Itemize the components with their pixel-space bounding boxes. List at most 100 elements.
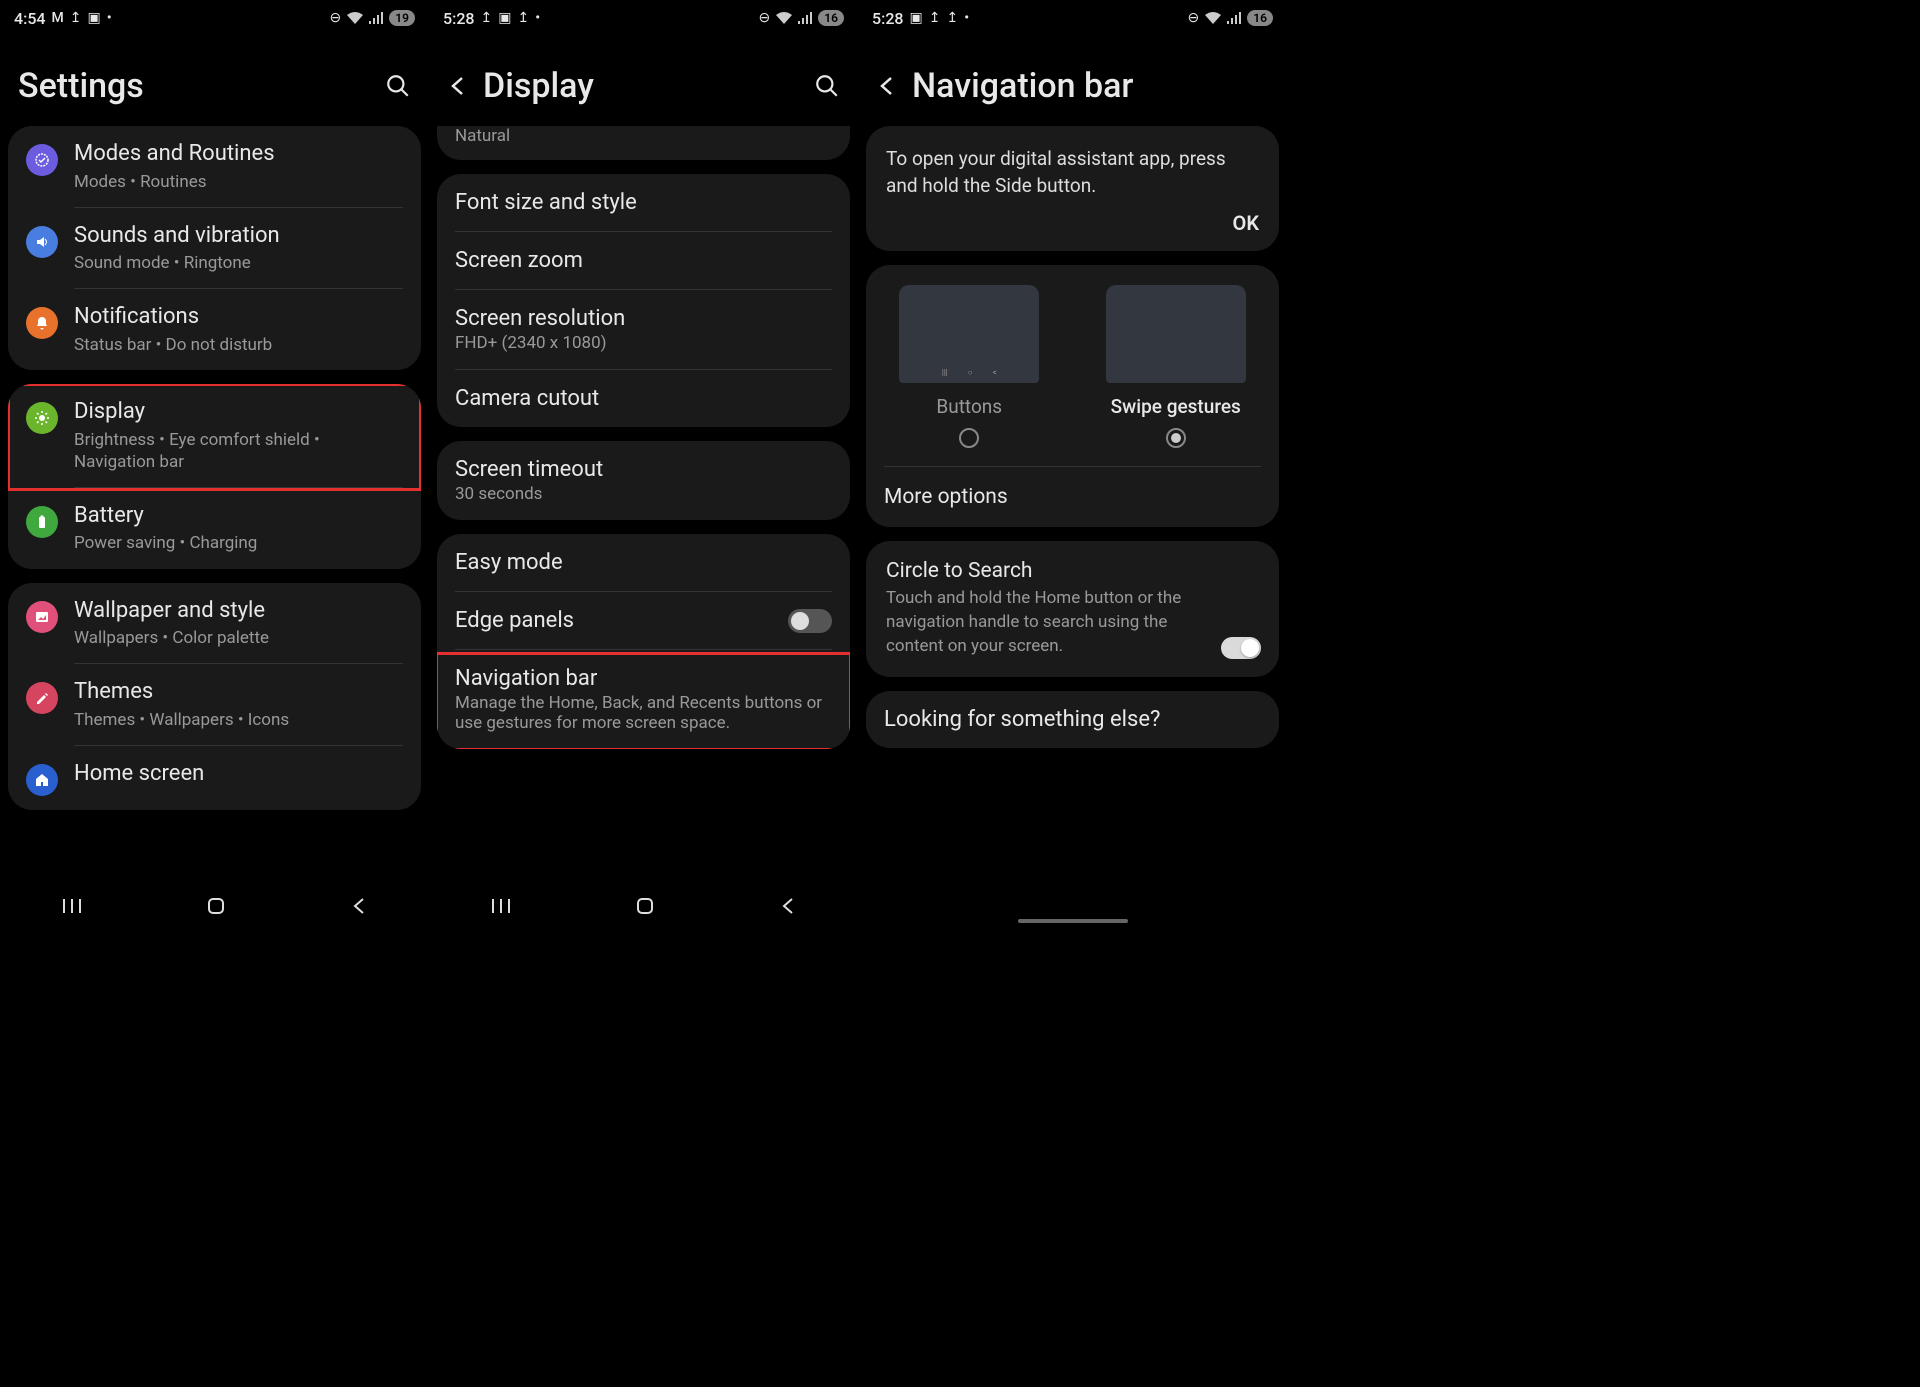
cts-sub: Touch and hold the Home button or the na…	[886, 587, 1259, 658]
gesture-handle[interactable]	[1018, 919, 1128, 923]
recents-button[interactable]	[491, 897, 511, 915]
settings-screen: 4:54 M ↥ ▣ • ⊖ 19 Settings	[0, 0, 429, 931]
display-list[interactable]: Natural Font size and style Screen zoom …	[429, 126, 858, 931]
item-sub: Power saving • Charging	[74, 532, 403, 554]
more-options-item[interactable]: More options	[866, 467, 1279, 527]
item-title: Camera cutout	[455, 386, 832, 411]
page-title: Navigation bar	[912, 66, 1269, 106]
clock: 5:28	[443, 9, 475, 28]
cutout-item[interactable]: Camera cutout	[437, 370, 850, 427]
sounds-item[interactable]: Sounds and vibration Sound mode • Ringto…	[8, 208, 421, 289]
buttons-radio[interactable]	[959, 428, 979, 448]
timeout-item[interactable]: Screen timeout 30 seconds	[437, 441, 850, 520]
item-title: Battery	[74, 502, 403, 531]
upload-icon: ↥	[70, 10, 82, 26]
status-bar: 4:54 M ↥ ▣ • ⊖ 19	[0, 0, 429, 36]
picture-icon	[26, 601, 58, 633]
zoom-item[interactable]: Screen zoom	[437, 232, 850, 289]
back-icon: <	[993, 368, 997, 377]
back-button[interactable]	[447, 75, 469, 97]
back-button[interactable]	[780, 897, 796, 915]
buttons-option[interactable]: ||| ○ < Buttons	[876, 285, 1063, 448]
swipe-preview	[1106, 285, 1246, 383]
page-title: Display	[483, 66, 800, 106]
looking-title: Looking for something else?	[884, 707, 1261, 732]
image-icon: ▣	[910, 10, 923, 26]
wallpaper-item[interactable]: Wallpaper and style Wallpapers • Color p…	[8, 583, 421, 664]
image-icon: ▣	[498, 10, 511, 26]
upload-icon: ↥	[481, 10, 493, 26]
screen-mode-value: Natural	[437, 126, 850, 154]
settings-list[interactable]: Modes and Routines Modes • Routines Soun…	[0, 126, 429, 931]
dnd-icon: ⊖	[330, 10, 342, 26]
page-title: Settings	[18, 66, 371, 106]
item-title: Screen zoom	[455, 248, 832, 273]
navigation-bar-item[interactable]: Navigation bar Manage the Home, Back, an…	[437, 650, 850, 749]
item-title: Edge panels	[455, 608, 574, 633]
image-icon: ▣	[87, 10, 100, 26]
upload-icon: ↥	[929, 10, 941, 26]
modes-routines-item[interactable]: Modes and Routines Modes • Routines	[8, 126, 421, 207]
back-button[interactable]	[876, 75, 898, 97]
item-title: Screen timeout	[455, 457, 832, 482]
notifications-item[interactable]: Notifications Status bar • Do not distur…	[8, 289, 421, 370]
swipe-radio[interactable]	[1166, 428, 1186, 448]
item-sub: Wallpapers • Color palette	[74, 627, 403, 649]
ok-button[interactable]: OK	[886, 211, 1259, 235]
dnd-icon: ⊖	[759, 10, 771, 26]
brightness-icon	[26, 402, 58, 434]
circle-to-search-card[interactable]: Circle to Search Touch and hold the Home…	[866, 541, 1279, 676]
home-button[interactable]	[206, 896, 226, 916]
resolution-item[interactable]: Screen resolution FHD+ (2340 x 1080)	[437, 290, 850, 369]
signal-icon	[798, 12, 812, 24]
home-screen-item[interactable]: Home screen	[8, 746, 421, 810]
navbar-settings-list[interactable]: To open your digital assistant app, pres…	[858, 126, 1287, 931]
swipe-option[interactable]: Swipe gestures	[1083, 285, 1270, 448]
battery-icon	[26, 506, 58, 538]
themes-item[interactable]: Themes Themes • Wallpapers • Icons	[8, 664, 421, 745]
home-button[interactable]	[635, 896, 655, 916]
tip-text: To open your digital assistant app, pres…	[886, 146, 1259, 199]
swipe-label: Swipe gestures	[1111, 395, 1241, 418]
signal-icon	[369, 12, 383, 24]
cts-toggle[interactable]	[1221, 637, 1261, 659]
battery-level: 19	[389, 10, 415, 26]
edge-panels-item[interactable]: Edge panels	[437, 592, 850, 649]
recents-button[interactable]	[62, 897, 82, 915]
cts-title: Circle to Search	[886, 559, 1259, 583]
clock: 5:28	[872, 9, 904, 28]
search-button[interactable]	[385, 73, 411, 99]
looking-for-item[interactable]: Looking for something else?	[866, 691, 1279, 748]
wifi-icon	[347, 12, 363, 24]
signal-icon	[1227, 12, 1241, 24]
item-sub: Manage the Home, Back, and Recents butto…	[455, 693, 832, 733]
item-title: Modes and Routines	[74, 140, 403, 169]
bell-icon	[26, 307, 58, 339]
item-title: Easy mode	[455, 550, 832, 575]
font-item[interactable]: Font size and style	[437, 174, 850, 231]
display-item[interactable]: Display Brightness • Eye comfort shield …	[8, 384, 421, 487]
header: Navigation bar	[858, 36, 1287, 126]
search-button[interactable]	[814, 73, 840, 99]
item-title: Navigation bar	[455, 666, 832, 691]
upload-icon: ↥	[946, 10, 958, 26]
easy-mode-item[interactable]: Easy mode	[437, 534, 850, 591]
assistant-tip-card: To open your digital assistant app, pres…	[866, 126, 1279, 251]
buttons-label: Buttons	[936, 395, 1002, 418]
more-icon: •	[964, 10, 969, 26]
home-icon	[26, 764, 58, 796]
system-navbar	[429, 881, 858, 931]
wifi-icon	[776, 12, 792, 24]
status-bar: 5:28 ▣ ↥ ↥ • ⊖ 16	[858, 0, 1287, 36]
battery-level: 16	[818, 10, 844, 26]
item-title: Display	[74, 398, 403, 427]
header: Display	[429, 36, 858, 126]
item-title: Sounds and vibration	[74, 222, 403, 251]
back-button[interactable]	[351, 897, 367, 915]
battery-item[interactable]: Battery Power saving • Charging	[8, 488, 421, 569]
system-navbar	[0, 881, 429, 931]
item-sub: 30 seconds	[455, 484, 832, 504]
item-sub: Themes • Wallpapers • Icons	[74, 709, 403, 731]
edge-panels-toggle[interactable]	[788, 609, 832, 633]
item-sub: FHD+ (2340 x 1080)	[455, 333, 832, 353]
